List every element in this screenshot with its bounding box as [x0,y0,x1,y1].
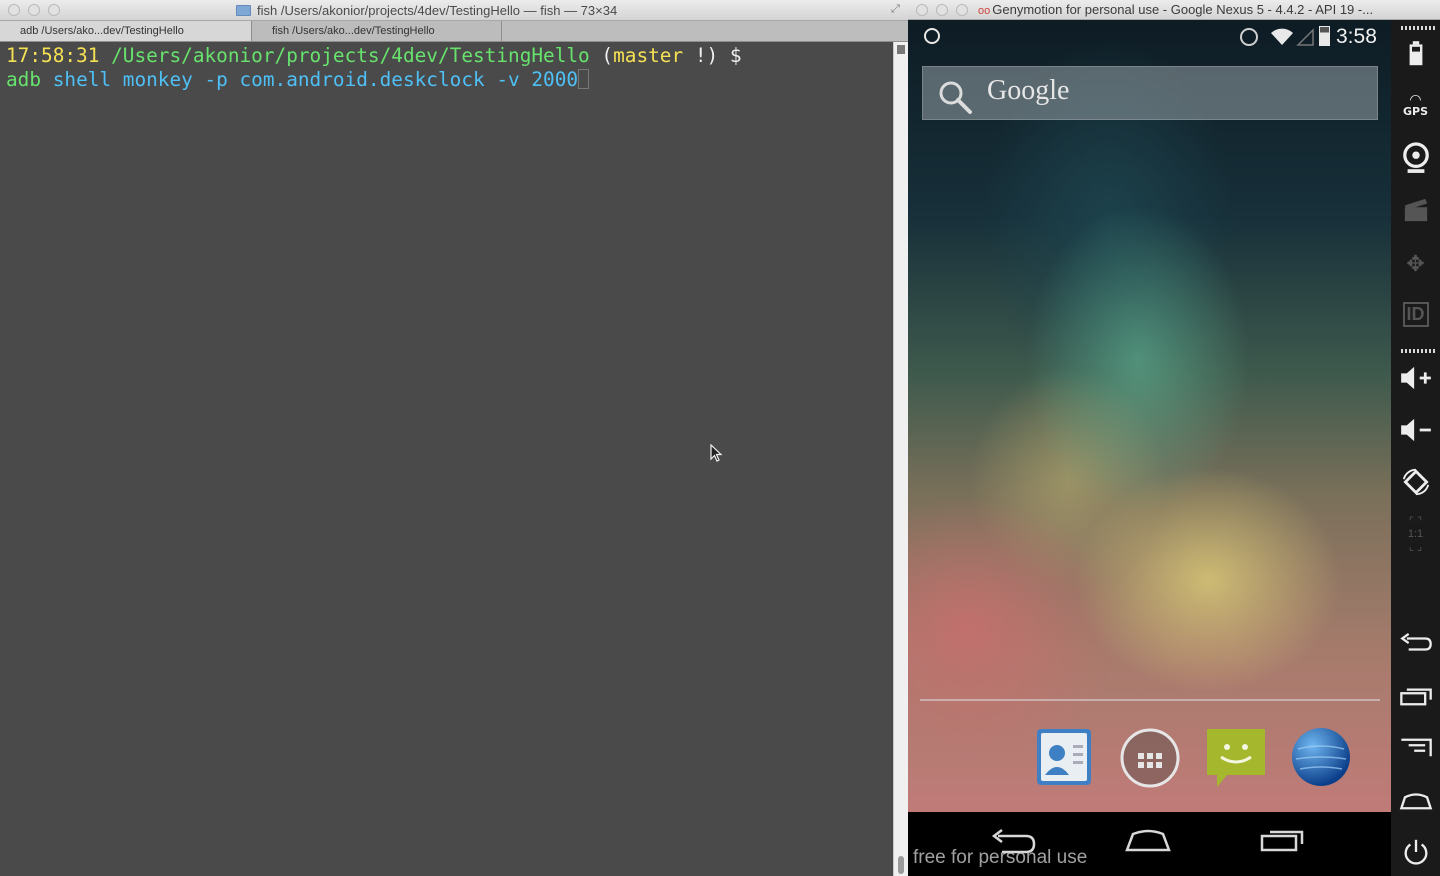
tab-label: fish /Users/ako...dev/TestingHello [272,25,435,37]
stopwatch-icon [924,28,940,44]
prompt-path: /Users/akonior/projects/4dev/TestingHell… [111,44,590,67]
watermark-text: free for personal use [913,847,1088,868]
scroll-thumb[interactable] [898,856,904,874]
terminal-scrollbar[interactable] [893,42,908,876]
pixel-perfect-icon[interactable]: ⌜ ⌝ 1:1 ⌞ ⌟ [1391,514,1440,554]
prompt-branch-status: ! [683,44,707,67]
terminal-output[interactable]: 17:58:31 /Users/akonior/projects/4dev/Te… [0,42,893,876]
prompt-branch-close: ) [706,44,719,67]
home-icon[interactable] [1123,824,1173,854]
prompt-branch-open: ( [601,44,614,67]
prompt-time: 17:58:31 [6,44,100,67]
recents-icon[interactable] [1258,824,1308,854]
browser-app-icon[interactable] [1290,725,1352,789]
command-line: adb shell monkey -p com.android.deskcloc… [6,68,887,92]
alarm-icon [1240,28,1258,46]
tab-fish[interactable]: fish /Users/ako...dev/TestingHello [252,21,502,41]
tab-label: adb /Users/ako...dev/TestingHello [20,25,184,37]
status-time: 3:58 [1336,25,1377,48]
prompt-line: 17:58:31 /Users/akonior/projects/4dev/Te… [6,44,887,68]
close-button[interactable] [8,4,20,16]
search-icon [939,81,972,114]
gps-widget-icon[interactable]: ◠ GPS [1391,84,1440,124]
battery-widget-icon[interactable] [1391,34,1440,74]
mouse-pointer-icon [710,444,723,462]
home-button-icon[interactable] [1391,780,1440,820]
recent-apps-icon[interactable] [1391,676,1440,716]
minimize-button[interactable] [28,4,40,16]
split-pane-icon[interactable] [897,45,905,54]
status-bar[interactable]: 3:58 [908,20,1391,54]
terminal-titlebar: fish /Users/akonior/projects/4dev/Testin… [0,0,908,21]
signal-icon [1296,28,1314,46]
terminal-window: fish /Users/akonior/projects/4dev/Testin… [0,0,908,876]
power-icon[interactable] [1391,832,1440,872]
zoom-button[interactable] [956,4,968,16]
wifi-icon [1271,28,1293,45]
prompt-branch: master [613,44,684,67]
app-drawer-icon[interactable] [1119,725,1181,789]
wallpaper [908,20,1391,812]
genymotion-window: oo Genymotion for personal use - Google N… [908,0,1440,876]
folder-icon [236,5,251,16]
contacts-app-icon[interactable] [1033,725,1095,789]
volume-down-icon[interactable] [1391,410,1440,450]
google-search-bar[interactable]: Google [922,66,1378,120]
battery-icon [1319,26,1330,46]
device-id-icon[interactable]: ID [1391,294,1440,334]
sidebar-separator [1401,349,1435,353]
command-program: adb [6,68,42,91]
minimize-button[interactable] [936,4,948,16]
genymotion-titlebar: oo Genymotion for personal use - Google N… [908,0,1440,20]
tab-adb[interactable]: adb /Users/ako...dev/TestingHello [0,21,252,41]
dock-divider [920,699,1380,701]
volume-up-icon[interactable] [1391,358,1440,398]
command-args: shell monkey -p com.android.deskclock -v… [52,68,579,91]
genymotion-logo-icon: oo [978,5,991,17]
move-arrows-icon[interactable]: ✥ [1391,244,1440,284]
terminal-tab-bar: adb /Users/ako...dev/TestingHello fish /… [0,21,908,42]
messaging-app-icon[interactable] [1205,725,1267,789]
close-button[interactable] [916,4,928,16]
zoom-button[interactable] [48,4,60,16]
sidebar-separator [1401,26,1435,30]
genymotion-sidebar: ◠ GPS ✥ ID ⌜ ⌝ 1:1 ⌞ ⌟ [1391,20,1440,876]
menu-icon[interactable] [1391,728,1440,768]
back-button-icon[interactable] [1391,624,1440,664]
android-screen[interactable]: 3:58 Google free for personal use [908,20,1391,876]
webcam-widget-icon[interactable] [1391,138,1440,178]
rotate-icon[interactable] [1391,462,1440,502]
fullscreen-icon[interactable]: ⤢ [891,3,904,16]
clapperboard-icon[interactable] [1391,190,1440,230]
text-cursor [578,69,590,89]
prompt-symbol: $ [729,44,742,67]
terminal-title: fish /Users/akonior/projects/4dev/Testin… [236,3,617,18]
genymotion-title: oo Genymotion for personal use - Google N… [978,2,1374,17]
search-label: Google [987,75,1070,106]
